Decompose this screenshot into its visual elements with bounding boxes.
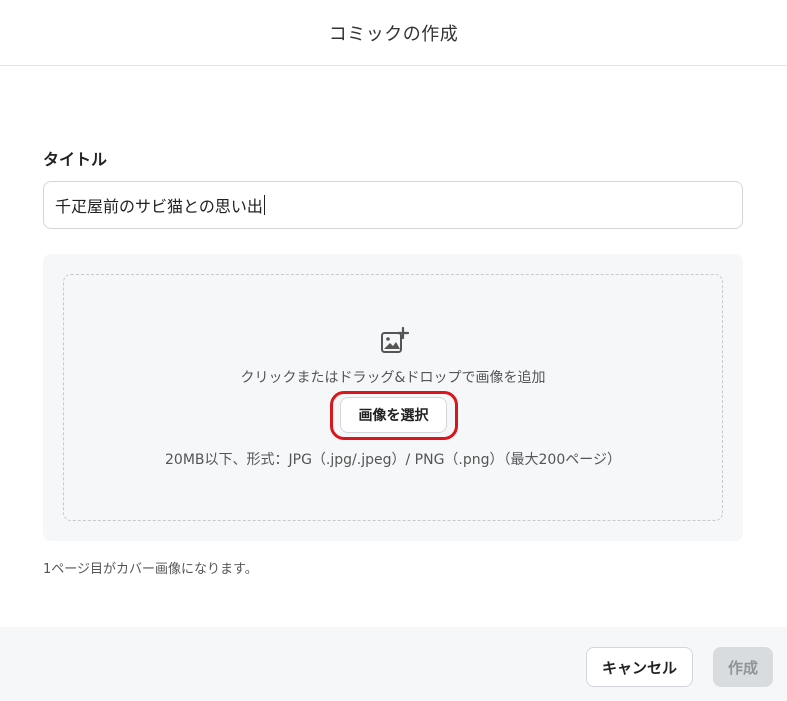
title-input[interactable]: 千疋屋前のサビ猫との思い出	[43, 181, 743, 229]
dialog-header: コミックの作成	[0, 0, 787, 66]
create-button[interactable]: 作成	[713, 647, 773, 687]
create-comic-dialog: コミックの作成 タイトル 千疋屋前のサビ猫との思い出 クリックまたはドラッグ&ド…	[0, 0, 787, 701]
upload-panel: クリックまたはドラッグ&ドロップで画像を追加 画像を選択 20MB以下、形式：J…	[43, 254, 743, 541]
cancel-button[interactable]: キャンセル	[586, 647, 693, 687]
add-image-icon	[381, 326, 409, 353]
title-input-value: 千疋屋前のサビ猫との思い出	[55, 197, 263, 216]
cover-note: 1ページ目がカバー画像になります。	[43, 562, 258, 577]
text-caret	[263, 195, 265, 215]
title-label: タイトル	[43, 150, 108, 169]
select-image-button[interactable]: 画像を選択	[340, 397, 447, 433]
dialog-footer: キャンセル 作成	[0, 627, 787, 701]
image-dropzone[interactable]: クリックまたはドラッグ&ドロップで画像を追加 画像を選択 20MB以下、形式：J…	[63, 274, 723, 521]
drop-hint-text: クリックまたはドラッグ&ドロップで画像を追加	[240, 370, 546, 386]
dialog-title: コミックの作成	[328, 23, 459, 45]
format-hint-text: 20MB以下、形式：JPG（.jpg/.jpeg）/ PNG（.png）（最大2…	[165, 452, 621, 468]
